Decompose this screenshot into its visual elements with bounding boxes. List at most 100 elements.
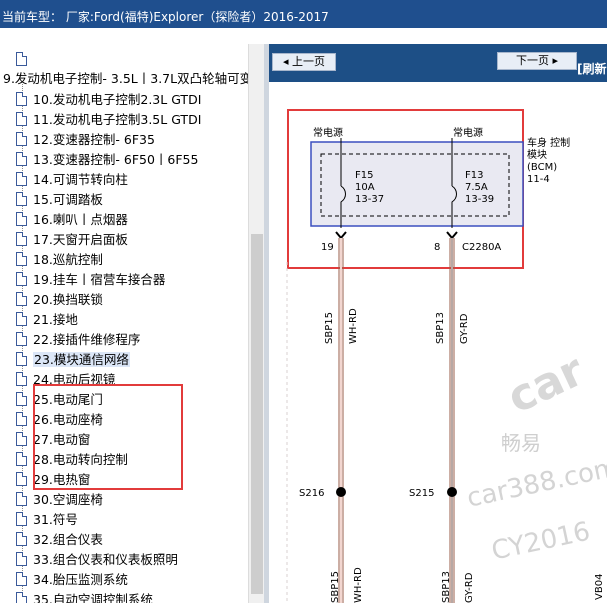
- tree-scrollbar[interactable]: [248, 44, 264, 603]
- wiring-svg: 常电源 常电源 车身 控制 模块 (BCM) 11-4 F15 10A 13-3…: [286, 109, 607, 603]
- module-label: (BCM): [527, 162, 557, 173]
- tree-item[interactable]: 13.变速器控制- 6F50丨6F55: [16, 150, 248, 170]
- tree-item[interactable]: 10.发动机电子控制2.3L GTDI: [16, 90, 248, 110]
- tree-item-label: 11.发动机电子控制3.5L GTDI: [33, 112, 202, 127]
- highlight-box: [33, 384, 183, 490]
- power-label-left: 常电源: [313, 126, 343, 139]
- wiring-diagram: 常电源 常电源 车身 控制 模块 (BCM) 11-4 F15 10A 13-3…: [269, 82, 607, 603]
- wire-left-color: WH-RD: [348, 308, 359, 344]
- tree-item[interactable]: 30.空调座椅: [16, 490, 248, 510]
- tree-item[interactable]: 33.组合仪表和仪表板照明: [16, 550, 248, 570]
- document-icon: [16, 412, 27, 426]
- splice-right-label: S215: [409, 488, 434, 499]
- document-icon: [16, 312, 27, 326]
- tree-item-label: 21.接地: [33, 312, 78, 327]
- splice-left-label: S216: [299, 488, 324, 499]
- module-label: 模块: [527, 149, 547, 161]
- tree-item[interactable]: 20.换挡联锁: [16, 290, 248, 310]
- document-icon: [16, 552, 27, 566]
- pin-number-left: 19: [321, 242, 334, 253]
- tree-item-label: 30.空调座椅: [33, 492, 103, 507]
- tree-item-label: 22.接插件维修程序: [33, 332, 141, 347]
- wire-bottom-left-circuit: SBP15: [330, 571, 341, 603]
- tree-item-label: 17.天窗开启面板: [33, 232, 128, 247]
- arrow-left-icon: ◂: [282, 55, 293, 68]
- edge-label: VB04: [594, 574, 605, 600]
- fuse-right-ref: 13-39: [465, 194, 494, 205]
- tree-item-label: 14.可调节转向柱: [33, 172, 128, 187]
- refresh-link[interactable]: [刷新: [577, 60, 607, 77]
- splice-left: [336, 487, 346, 497]
- fuse-left-ref: 13-37: [355, 194, 384, 205]
- tree-item-label: 35.自动空调控制系统: [33, 592, 153, 603]
- document-icon: [16, 252, 27, 266]
- watermark-text: CY2016: [489, 517, 593, 567]
- connector-pin-left: [335, 231, 347, 240]
- document-icon: [16, 272, 27, 286]
- watermark-text: car388.com: [464, 452, 607, 513]
- tree-item[interactable]: 23.模块通信网络: [16, 350, 248, 370]
- tree-item[interactable]: 18.巡航控制: [16, 250, 248, 270]
- document-icon: [16, 452, 27, 466]
- next-page-button[interactable]: 下一页 ▸: [497, 52, 577, 70]
- tree-item[interactable]: 15.可调踏板: [16, 190, 248, 210]
- document-icon: [16, 192, 27, 206]
- document-icon: [16, 52, 27, 66]
- tree-item-collapsed[interactable]: [16, 50, 248, 70]
- tree-item[interactable]: 35.自动空调控制系统: [16, 590, 248, 603]
- tree-item[interactable]: 14.可调节转向柱: [16, 170, 248, 190]
- tree-item[interactable]: 17.天窗开启面板: [16, 230, 248, 250]
- tree-item[interactable]: 19.挂车丨宿营车接合器: [16, 270, 248, 290]
- document-icon: [16, 172, 27, 186]
- scrollbar-thumb[interactable]: [251, 234, 263, 594]
- tree-item[interactable]: 32.组合仪表: [16, 530, 248, 550]
- tree-item[interactable]: 21.接地: [16, 310, 248, 330]
- document-icon: [16, 352, 27, 366]
- tree-item[interactable]: 11.发动机电子控制3.5L GTDI: [16, 110, 248, 130]
- tree-parent-item[interactable]: 9.发动机电子控制- 3.5L丨3.7L双凸轮轴可变: [3, 69, 249, 89]
- document-icon: [16, 432, 27, 446]
- document-icon: [16, 492, 27, 506]
- tree-item[interactable]: 12.变速器控制- 6F35: [16, 130, 248, 150]
- tree-item-label: 33.组合仪表和仪表板照明: [33, 552, 178, 567]
- wire-right-color: GY-RD: [459, 313, 470, 344]
- tree-pane: 9.发动机电子控制- 3.5L丨3.7L双凸轮轴可变 10.发动机电子控制2.3…: [0, 44, 264, 603]
- document-icon: [16, 132, 27, 146]
- tree-item-label: 16.喇叭丨点烟器: [33, 212, 128, 227]
- tree-item-label: 10.发动机电子控制2.3L GTDI: [33, 92, 202, 107]
- watermark-text: 畅易: [501, 431, 541, 455]
- document-icon: [16, 332, 27, 346]
- tree-item-label: 34.胎压监测系统: [33, 572, 128, 587]
- document-icon: [16, 372, 27, 386]
- wire-right-circuit: SBP13: [435, 312, 446, 344]
- fuse-left-amp: 10A: [355, 182, 375, 193]
- tree-item-label: 31.符号: [33, 512, 78, 527]
- next-page-label: 下一页: [515, 54, 549, 67]
- tree-item-label: 32.组合仪表: [33, 532, 103, 547]
- arrow-right-icon: ▸: [548, 54, 559, 67]
- module-label: 11-4: [527, 174, 550, 185]
- tree-item-label: 15.可调踏板: [33, 192, 103, 207]
- tree-item[interactable]: 22.接插件维修程序: [16, 330, 248, 350]
- document-icon: [16, 592, 27, 603]
- tree-item[interactable]: 34.胎压监测系统: [16, 570, 248, 590]
- document-icon: [16, 392, 27, 406]
- tree-item-label: 23.模块通信网络: [33, 352, 130, 367]
- tree-item-label: 12.变速器控制- 6F35: [33, 132, 155, 147]
- prev-page-button[interactable]: ◂ 上一页: [272, 53, 336, 71]
- fuse-right-name: F13: [465, 170, 483, 181]
- power-label-right: 常电源: [453, 126, 483, 139]
- document-icon: [16, 512, 27, 526]
- wire-left-circuit: SBP15: [324, 312, 335, 344]
- connector-id: C2280A: [462, 242, 501, 253]
- bcm-module-box: [310, 141, 524, 227]
- document-icon: [16, 152, 27, 166]
- tree-item[interactable]: 16.喇叭丨点烟器: [16, 210, 248, 230]
- document-icon: [16, 532, 27, 546]
- fuse-left-name: F15: [355, 170, 373, 181]
- document-icon: [16, 292, 27, 306]
- window-title: 当前车型： 厂家:Ford(福特)Explorer（探险者）2016-2017: [0, 0, 607, 28]
- watermark-text: car: [500, 345, 592, 424]
- fuse-right-amp: 7.5A: [465, 182, 488, 193]
- tree-item[interactable]: 31.符号: [16, 510, 248, 530]
